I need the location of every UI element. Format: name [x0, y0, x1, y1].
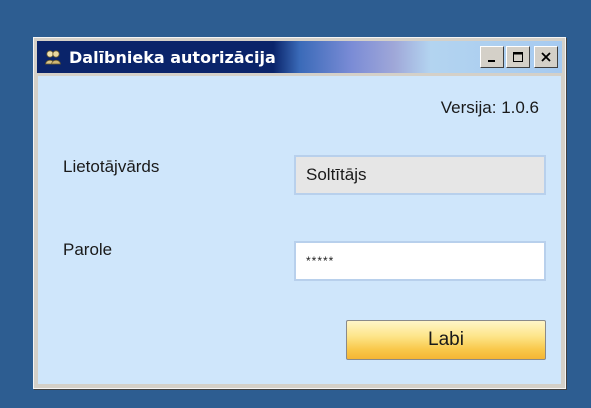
maximize-icon: [513, 52, 523, 62]
title-bar[interactable]: Dalībnieka autorizācija: [37, 41, 562, 73]
close-button[interactable]: [534, 46, 558, 68]
username-field[interactable]: Soltītājs: [294, 155, 546, 195]
login-form: Versija: 1.0.6 Lietotājvārds Soltītājs P…: [38, 76, 561, 384]
window-title: Dalībnieka autorizācija: [69, 47, 276, 67]
username-label: Lietotājvārds: [63, 157, 160, 176]
ok-button[interactable]: Labi: [346, 320, 546, 360]
login-window: Dalībnieka autorizācija Versija: 1.0.6 L…: [33, 37, 566, 389]
minimize-icon: [488, 60, 495, 62]
app-icon: [43, 47, 63, 67]
password-label: Parole: [63, 240, 113, 259]
version-label: Versija: 1.0.6: [440, 98, 539, 117]
minimize-button[interactable]: [480, 46, 504, 68]
maximize-button[interactable]: [506, 46, 530, 68]
title-buttons: [480, 46, 558, 68]
password-field[interactable]: *****: [294, 241, 546, 281]
close-icon: [541, 52, 551, 62]
